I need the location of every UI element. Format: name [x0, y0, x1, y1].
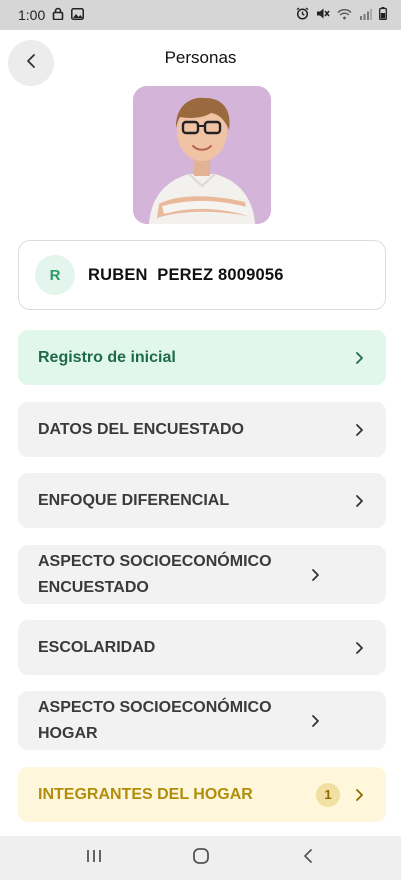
- menu-item-escolaridad[interactable]: ESCOLARIDAD: [18, 620, 386, 675]
- chevron-right-icon: [308, 568, 322, 582]
- wifi-icon: [337, 7, 352, 23]
- status-time: 1:00: [18, 7, 46, 23]
- menu-item-label: ENFOQUE DIFERENCIAL: [38, 491, 230, 509]
- menu-item-aspecto-socioeconomico-hogar[interactable]: ASPECTO SOCIOECONÓMICO HOGAR: [18, 691, 386, 750]
- menu-item-label: ASPECTO SOCIOECONÓMICO ENCUESTADO: [38, 552, 272, 596]
- chevron-right-icon: [352, 788, 366, 802]
- back-icon: [303, 848, 313, 869]
- avatar: R: [35, 255, 75, 295]
- menu-item-registro-de-inicial[interactable]: Registro de inicial: [18, 330, 386, 385]
- system-back-button[interactable]: [278, 836, 338, 880]
- system-nav-bar: [0, 836, 401, 880]
- menu-item-label: INTEGRANTES DEL HOGAR: [38, 785, 253, 803]
- lock-icon: [52, 7, 64, 23]
- recent-apps-button[interactable]: [64, 836, 124, 880]
- person-card: R RUBEN PEREZ 8009056: [18, 240, 386, 310]
- header: Personas: [0, 40, 401, 86]
- chevron-right-icon: [352, 494, 366, 508]
- home-icon: [192, 847, 210, 870]
- chevron-right-icon: [352, 351, 366, 365]
- menu-item-label: DATOS DEL ENCUESTADO: [38, 420, 244, 438]
- menu-item-label: Registro de inicial: [38, 348, 176, 366]
- menu-item-datos-del-encuestado[interactable]: DATOS DEL ENCUESTADO: [18, 402, 386, 457]
- chevron-right-icon: [308, 714, 322, 728]
- recent-apps-icon: [85, 848, 103, 869]
- count-badge: 1: [316, 782, 340, 807]
- person-name: RUBEN PEREZ 8009056: [88, 265, 284, 284]
- image-icon: [71, 7, 85, 23]
- person-photo: [133, 86, 271, 224]
- status-bar: 1:00: [0, 0, 401, 30]
- battery-icon: [379, 7, 387, 23]
- mute-icon: [316, 7, 330, 23]
- menu-item-label: ASPECTO SOCIOECONÓMICO HOGAR: [38, 698, 272, 742]
- home-button[interactable]: [171, 836, 231, 880]
- chevron-right-icon: [352, 423, 366, 437]
- alarm-icon: [296, 7, 309, 23]
- menu-item-integrantes-del-hogar[interactable]: INTEGRANTES DEL HOGAR 1: [18, 767, 386, 822]
- signal-icon: [359, 7, 372, 23]
- menu-item-label: ESCOLARIDAD: [38, 638, 156, 656]
- menu-item-enfoque-diferencial[interactable]: ENFOQUE DIFERENCIAL: [18, 473, 386, 528]
- chevron-right-icon: [352, 641, 366, 655]
- menu-item-aspecto-socioeconomico-encuestado[interactable]: ASPECTO SOCIOECONÓMICO ENCUESTADO: [18, 545, 386, 604]
- page-title: Personas: [164, 48, 237, 67]
